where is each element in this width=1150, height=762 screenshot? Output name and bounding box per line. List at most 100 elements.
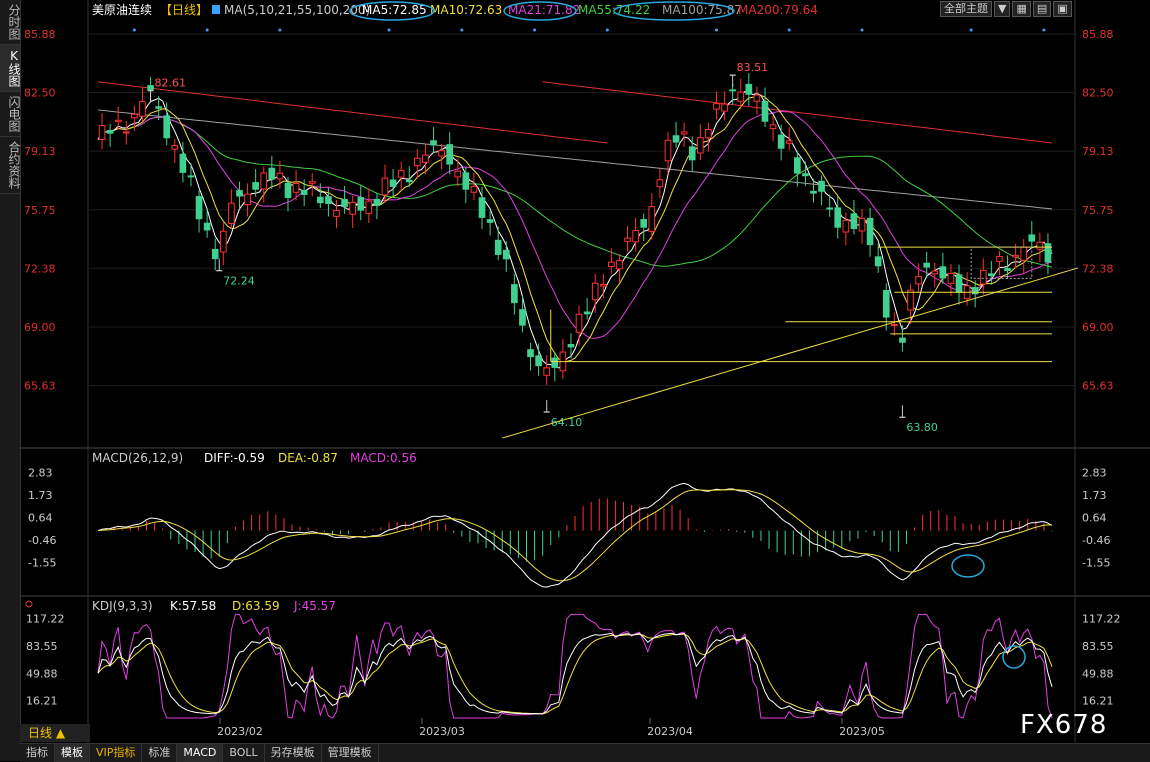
side-tab-3[interactable]: 合约资料 [0, 137, 21, 194]
signal-dot [533, 28, 537, 32]
side-tab-0[interactable]: 分时图 [0, 0, 21, 45]
candle-body [785, 140, 793, 144]
candle-body [284, 182, 292, 198]
macd-tick-right-4: -1.55 [1082, 556, 1110, 569]
signal-dot [460, 28, 464, 32]
candle-body [882, 289, 890, 318]
candle-body [891, 323, 898, 326]
candle-body [308, 181, 316, 184]
signal-dot [205, 28, 209, 32]
signal-dot [860, 28, 864, 32]
candle-body [858, 217, 866, 232]
annotation-label-3: 83.51 [737, 61, 769, 74]
bottom-tab-0[interactable]: 指标 [20, 744, 55, 762]
candle-body [866, 217, 874, 246]
side-tab-2[interactable]: 闪电图 [0, 92, 21, 137]
price-tick-right-4: 72.38 [1082, 262, 1114, 275]
bottom-tab-2[interactable]: VIP指标 [90, 744, 143, 762]
annotation-label-4: 63.80 [906, 421, 938, 434]
bottom-tab-7[interactable]: 管理模板 [322, 744, 379, 762]
candle-body [535, 355, 542, 367]
price-tick-right-2: 79.13 [1082, 145, 1114, 158]
macd-dea: DEA:-0.87 [278, 451, 338, 465]
macd-tick-right-1: 1.73 [1082, 489, 1107, 502]
kdj-tick-left-0: 117.22 [26, 612, 65, 625]
signal-dot [387, 28, 391, 32]
bottom-tab-5[interactable]: BOLL [223, 744, 265, 762]
main-chart: 85.88 85.88 82.50 82.50 79.13 79.13 75.75 75.75… [20, 0, 1150, 743]
candle-body [478, 197, 486, 218]
candle-body [842, 219, 850, 233]
candle-body [624, 237, 631, 242]
layout-icon[interactable]: ▤ [1032, 1, 1052, 17]
price-tick-left-6: 65.63 [24, 379, 56, 392]
candle-body [268, 167, 276, 180]
candle-body [599, 284, 607, 287]
candle-body [1044, 243, 1052, 263]
window-icon[interactable]: ▣ [1053, 1, 1072, 17]
candle-body [502, 249, 510, 260]
macd-histogram [105, 498, 1053, 562]
candle-body [357, 197, 365, 211]
macd-tick-left-1: 1.73 [28, 489, 53, 502]
macd-value: MACD:0.56 [350, 451, 417, 465]
macd-tick-left-3: -0.46 [28, 534, 56, 547]
candle-body [325, 196, 332, 205]
candle-body [583, 311, 591, 315]
side-tab-1[interactable]: K线图 [0, 45, 21, 92]
candle-body [761, 100, 769, 122]
bottom-tab-3[interactable]: 标准 [142, 744, 178, 762]
candle-body [462, 172, 470, 190]
macd-tick-right-0: 2.83 [1082, 467, 1107, 480]
candle-body [422, 154, 429, 163]
candle-body [591, 282, 599, 301]
candle-body [486, 219, 494, 223]
candle-body [438, 150, 445, 157]
candle-body [1036, 241, 1044, 250]
bottom-tab-1[interactable]: 模板 [55, 744, 90, 762]
candle-body [874, 256, 882, 267]
annotation-label-0: 82.61 [155, 77, 187, 90]
candle-body [211, 248, 219, 260]
price-tick-left-5: 69.00 [24, 321, 56, 334]
candle-body [745, 83, 753, 95]
period-selector[interactable]: 日线 ▲ [20, 724, 90, 742]
candle-body [139, 101, 146, 117]
candle-body [616, 260, 623, 270]
theme-button[interactable]: 全部主题 [940, 1, 992, 17]
candle-body [721, 103, 728, 112]
ma200-line [97, 81, 608, 144]
candle-body [219, 230, 227, 253]
chevron-down-icon[interactable]: ▼ [994, 1, 1011, 17]
candle-body [1028, 234, 1036, 242]
candle-body [939, 266, 947, 279]
theme-controls: 全部主题 ▼ ▦ ▤ ▣ [940, 1, 1072, 17]
instrument-name: 美原油连续 [92, 2, 152, 17]
candle-body [680, 131, 688, 135]
candle-body [971, 287, 979, 295]
signal-dot [787, 28, 791, 32]
candle-body [454, 170, 462, 178]
candle-body [672, 135, 680, 143]
grid-icon[interactable]: ▦ [1012, 1, 1031, 17]
macd-tick-left-4: -1.55 [28, 556, 56, 569]
candle-body [228, 202, 235, 224]
bottom-tab-4[interactable]: MACD [177, 744, 224, 762]
candles [98, 73, 1052, 385]
candle-body [131, 113, 138, 119]
candle-body [907, 289, 914, 311]
candle-body [292, 182, 300, 193]
bottom-tab-6[interactable]: 另存模板 [265, 744, 322, 762]
kdj-d: D:63.59 [232, 599, 280, 613]
signal-dot [605, 28, 609, 32]
kdj-tick-right-2: 49.88 [1082, 667, 1114, 680]
price-tick-left-2: 79.13 [24, 145, 56, 158]
candle-body [996, 256, 1003, 262]
candle-body [203, 222, 211, 231]
candle-body [955, 274, 963, 293]
candle-body [446, 144, 454, 165]
candle-body [195, 196, 203, 220]
macd-tick-right-2: 0.64 [1082, 511, 1107, 524]
signal-dot [969, 28, 973, 32]
x-label-0: 2023/02 [217, 725, 263, 738]
